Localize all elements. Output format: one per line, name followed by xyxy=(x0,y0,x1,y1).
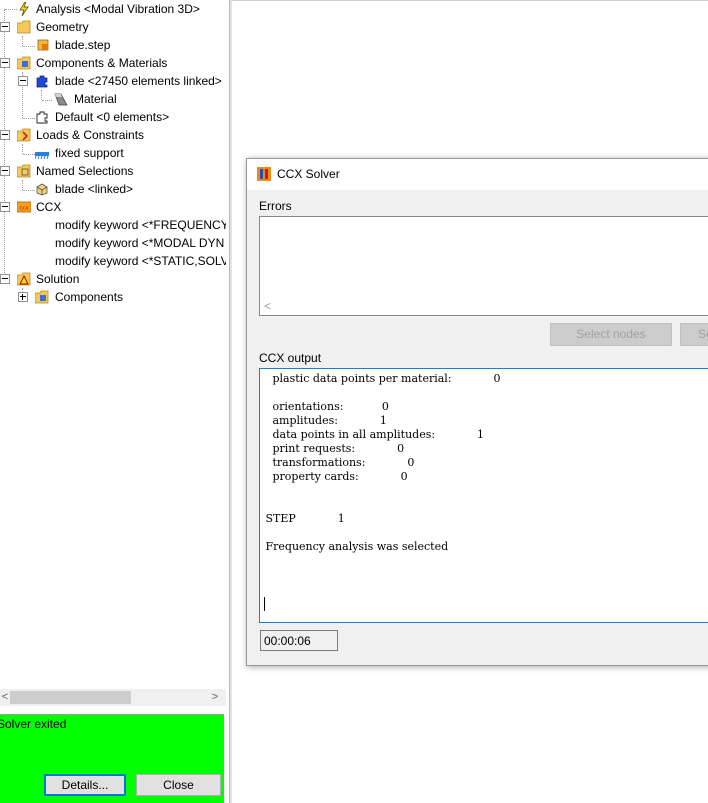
output-line: property cards: 0 xyxy=(262,470,408,483)
tree-item-label: blade.step xyxy=(55,38,111,52)
ccx-output-textbox[interactable]: plastic data points per material: 0 orie… xyxy=(259,368,708,623)
collapse-toggle-icon[interactable] xyxy=(0,166,10,176)
text-caret xyxy=(264,597,265,611)
output-line: data points in all amplitudes: 1 xyxy=(262,428,485,441)
tree-item-label: fixed support xyxy=(55,146,124,160)
tree-item-label: Material xyxy=(74,92,117,106)
dialog-titlebar[interactable]: CCX Solver xyxy=(247,159,708,190)
expand-toggle-icon[interactable] xyxy=(18,292,28,302)
tree-item-keyword-modal[interactable]: modify keyword <*MODAL DYN xyxy=(0,234,226,252)
collapse-toggle-icon[interactable] xyxy=(0,58,10,68)
tree-item-default[interactable]: Default <0 elements> xyxy=(0,108,226,126)
tree-item-label: Solution xyxy=(36,272,80,286)
main-area-border xyxy=(231,0,708,1)
components-folder-icon xyxy=(35,290,49,304)
tree-item-analysis[interactable]: Analysis <Modal Vibration 3D> xyxy=(0,0,226,18)
select-nodes-button[interactable]: Select nodes xyxy=(550,323,672,346)
scrollbar-thumb[interactable] xyxy=(10,691,131,704)
loads-folder-icon xyxy=(17,128,31,142)
model-tree[interactable]: Analysis <Modal Vibration 3D> Geometry b… xyxy=(0,0,226,688)
dialog-title: CCX Solver xyxy=(277,167,340,181)
tree-item-label: modify keyword <*MODAL DYN xyxy=(55,236,225,250)
select-button-truncated[interactable]: Se xyxy=(680,323,708,346)
folder-icon xyxy=(17,20,31,34)
tree-item-label: Default <0 elements> xyxy=(55,110,170,124)
tree-item-fixed-support[interactable]: fixed support xyxy=(0,144,226,162)
close-button[interactable]: Close xyxy=(136,774,221,796)
svg-text:ccx: ccx xyxy=(19,206,29,212)
named-selection-folder-icon xyxy=(17,164,31,178)
tree-item-label: modify keyword <*STATIC,SOLV xyxy=(55,254,226,268)
fixed-support-icon xyxy=(35,152,49,160)
output-line: amplitudes: 1 xyxy=(262,414,387,427)
scroll-right-arrow-icon[interactable]: > xyxy=(210,689,220,706)
output-line: transformations: 0 xyxy=(262,456,415,469)
tree-item-named-selections[interactable]: Named Selections xyxy=(0,162,226,180)
collapse-toggle-icon[interactable] xyxy=(0,274,10,284)
tree-item-blade-named[interactable]: blade <linked> xyxy=(0,180,226,198)
tree-item-label: Geometry xyxy=(36,20,89,34)
ccx-icon: ccx xyxy=(17,201,31,213)
tree-item-keyword-static[interactable]: modify keyword <*STATIC,SOLV xyxy=(0,252,226,270)
ccx-app-icon xyxy=(257,167,271,181)
output-line: STEP 1 xyxy=(262,512,345,525)
puzzle-outline-icon xyxy=(36,111,48,124)
tree-item-label: blade <linked> xyxy=(55,182,134,196)
collapse-toggle-icon[interactable] xyxy=(0,202,10,212)
material-icon xyxy=(54,93,68,106)
scroll-left-arrow-icon[interactable]: < xyxy=(264,298,271,315)
tree-item-blade-step[interactable]: blade.step xyxy=(0,36,226,54)
elapsed-time-field: 00:00:06 xyxy=(260,630,338,651)
tree-item-label: CCX xyxy=(36,200,62,214)
tree-horizontal-scrollbar[interactable]: < > xyxy=(0,689,226,706)
tree-item-label: Named Selections xyxy=(36,164,134,178)
errors-label: Errors xyxy=(259,199,292,213)
output-line: plastic data points per material: 0 xyxy=(262,372,501,385)
puzzle-component-icon xyxy=(36,75,48,88)
tree-item-label: Analysis <Modal Vibration 3D> xyxy=(36,2,200,16)
tree-item-label: modify keyword <*FREQUENCY, xyxy=(55,218,226,232)
tree-item-components[interactable]: Components xyxy=(0,288,226,306)
errors-horizontal-scrollbar[interactable]: < xyxy=(260,298,708,315)
output-line: orientations: 0 xyxy=(262,400,389,413)
scroll-left-arrow-icon[interactable]: < xyxy=(0,689,10,706)
ccx-output-label: CCX output xyxy=(259,351,322,365)
output-line: Frequency analysis was selected xyxy=(262,540,449,553)
tree-item-geometry[interactable]: Geometry xyxy=(0,18,226,36)
tree-item-solution[interactable]: Solution xyxy=(0,270,226,288)
tree-item-label: Components & Materials xyxy=(36,56,168,70)
solution-folder-icon xyxy=(17,272,31,286)
tree-item-material[interactable]: Material xyxy=(0,90,226,108)
tree-item-blade-linked[interactable]: blade <27450 elements linked> xyxy=(0,72,226,90)
tree-item-loads-constraints[interactable]: Loads & Constraints xyxy=(0,126,226,144)
collapse-toggle-icon[interactable] xyxy=(0,130,10,140)
tree-item-keyword-frequency[interactable]: modify keyword <*FREQUENCY, xyxy=(0,216,226,234)
lightning-icon xyxy=(19,2,29,16)
ccx-solver-dialog: CCX Solver Errors < Select nodes Se CCX … xyxy=(246,158,708,666)
output-line: print requests: 0 xyxy=(262,442,405,455)
errors-textbox[interactable]: < xyxy=(259,216,708,316)
step-file-icon xyxy=(37,39,49,51)
tree-item-components-materials[interactable]: Components & Materials xyxy=(0,54,226,72)
collapse-toggle-icon[interactable] xyxy=(18,76,28,86)
tree-item-label: Loads & Constraints xyxy=(36,128,145,142)
panel-splitter[interactable] xyxy=(229,0,232,803)
details-button[interactable]: Details... xyxy=(44,774,126,796)
tree-item-label: blade <27450 elements linked> xyxy=(55,74,222,88)
tree-item-label: Components xyxy=(55,290,124,304)
cube-selection-icon xyxy=(36,183,48,196)
status-text: Solver exited xyxy=(0,717,67,731)
collapse-toggle-icon[interactable] xyxy=(0,22,10,32)
components-folder-icon xyxy=(17,56,31,70)
tree-item-ccx[interactable]: ccx CCX xyxy=(0,198,226,216)
